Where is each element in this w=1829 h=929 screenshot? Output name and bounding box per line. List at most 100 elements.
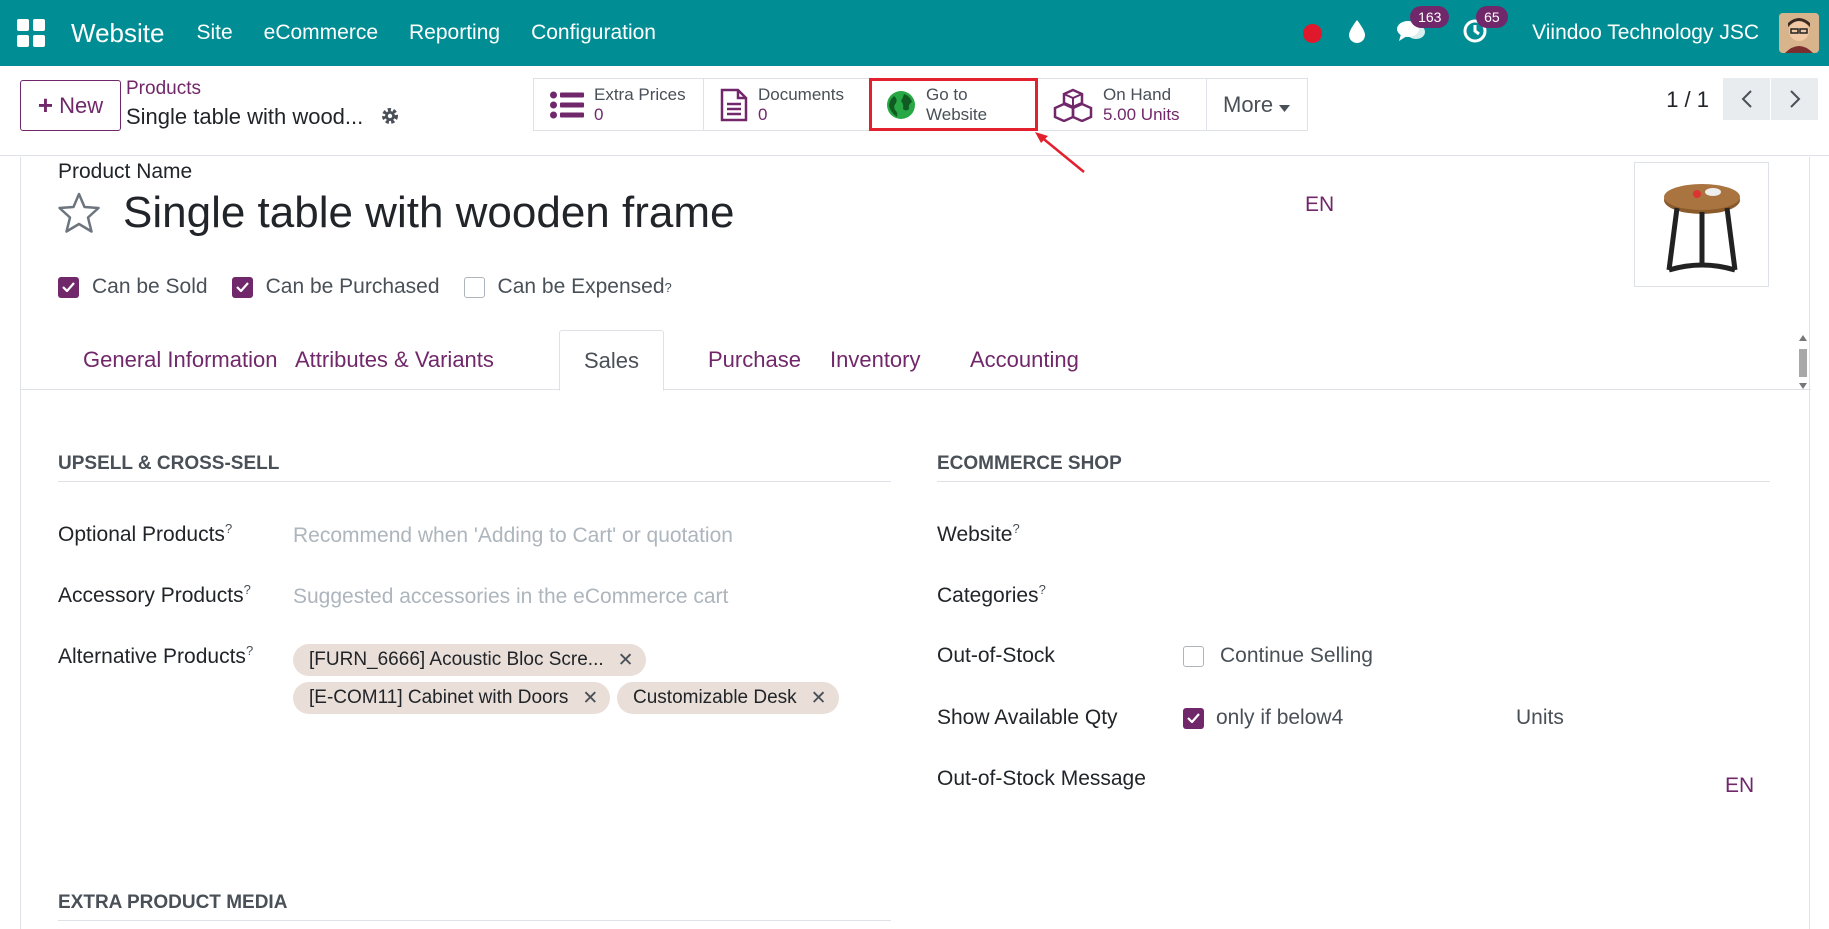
- upsell-section-title: UPSELL & CROSS-SELL: [58, 453, 891, 482]
- product-type-checkboxes: Can be Sold Can be Purchased Can be Expe…: [58, 275, 696, 299]
- on-hand-button[interactable]: On Hand 5.00 Units: [1037, 79, 1207, 130]
- remove-tag-icon[interactable]: ✕: [582, 687, 598, 710]
- help-tooltip-icon[interactable]: ?: [1039, 582, 1046, 597]
- scroll-up-icon: [1799, 335, 1807, 341]
- can-be-sold-label: Can be Sold: [92, 275, 208, 298]
- help-tooltip-icon[interactable]: ?: [225, 521, 232, 536]
- smart-buttons: Extra Prices 0 Documents 0 Go to Website On…: [533, 78, 1308, 131]
- activities-badge: 65: [1476, 5, 1508, 28]
- checkmark-icon: [231, 276, 253, 298]
- oos-message-language-button[interactable]: EN: [1725, 774, 1754, 798]
- document-icon: [720, 88, 748, 122]
- out-of-stock-message-label: Out-of-Stock Message: [937, 767, 1146, 790]
- menu-ecommerce[interactable]: eCommerce: [264, 21, 378, 45]
- continue-selling-checkbox[interactable]: Continue Selling: [1183, 644, 1373, 668]
- remove-tag-icon[interactable]: ✕: [618, 649, 634, 672]
- user-avatar[interactable]: [1779, 13, 1819, 53]
- units-label: Units: [1516, 706, 1564, 729]
- chevron-right-icon: [1789, 90, 1800, 108]
- can-be-purchased-checkbox[interactable]: Can be Purchased: [231, 275, 440, 299]
- go-to-website-button[interactable]: Go to Website: [869, 78, 1038, 131]
- cubes-icon: [1053, 88, 1093, 122]
- gear-icon[interactable]: [380, 106, 400, 131]
- menu-reporting[interactable]: Reporting: [409, 21, 500, 45]
- previous-record-button[interactable]: [1723, 78, 1771, 120]
- pager-value[interactable]: 1 / 1: [1666, 82, 1709, 118]
- help-tooltip-icon[interactable]: ?: [665, 280, 672, 295]
- app-brand[interactable]: Website: [71, 18, 164, 49]
- checkmark-icon: [1183, 707, 1204, 729]
- new-button[interactable]: + New: [20, 80, 121, 131]
- form-sheet: Product Name Single table with wooden fr…: [20, 157, 1811, 929]
- can-be-purchased-label: Can be Purchased: [265, 275, 440, 298]
- chevron-left-icon: [1741, 90, 1752, 108]
- qty-threshold-input[interactable]: 4: [1332, 706, 1344, 730]
- documents-button[interactable]: Documents 0: [704, 79, 870, 130]
- show-available-qty-label: Show Available Qty: [937, 706, 1118, 729]
- navbar-systray: 163 65 Viindoo Technology JSC: [1303, 0, 1829, 66]
- more-label: More: [1223, 91, 1274, 117]
- alternative-product-tag: [FURN_6666] Acoustic Bloc Scre... ✕: [293, 644, 646, 676]
- menu-configuration[interactable]: Configuration: [531, 21, 656, 45]
- recording-dot-icon[interactable]: [1303, 23, 1323, 43]
- apps-menu-icon[interactable]: [16, 18, 46, 48]
- tab-purchase[interactable]: Purchase: [684, 330, 825, 390]
- accessory-products-label: Accessory Products?: [58, 582, 251, 607]
- documents-label: Documents: [758, 84, 844, 104]
- messages-icon[interactable]: 163: [1396, 5, 1450, 49]
- language-button[interactable]: EN: [1305, 193, 1334, 217]
- breadcrumb-products[interactable]: Products: [126, 78, 201, 100]
- scrollbar-thumb[interactable]: [1799, 349, 1807, 377]
- optional-products-label: Optional Products?: [58, 521, 233, 546]
- tab-general-information[interactable]: General Information: [59, 330, 301, 390]
- list-icon: [550, 91, 584, 119]
- scrollbar[interactable]: [1797, 335, 1809, 391]
- tab-sales[interactable]: Sales: [559, 330, 665, 391]
- product-image[interactable]: [1634, 162, 1769, 287]
- ecommerce-section-title: ECOMMERCE SHOP: [937, 453, 1770, 482]
- tab-inventory[interactable]: Inventory: [806, 330, 945, 390]
- caret-down-icon: [1279, 92, 1291, 118]
- extra-prices-button[interactable]: Extra Prices 0: [534, 79, 704, 130]
- company-switcher[interactable]: Viindoo Technology JSC: [1532, 21, 1759, 45]
- can-be-expensed-checkbox[interactable]: Can be Expensed?: [463, 275, 672, 299]
- next-record-button[interactable]: [1771, 78, 1819, 120]
- messages-badge: 163: [1410, 5, 1450, 28]
- new-button-label: New: [59, 92, 104, 118]
- help-tooltip-icon[interactable]: ?: [246, 643, 253, 658]
- documents-value: 0: [758, 104, 768, 124]
- remove-tag-icon[interactable]: ✕: [811, 687, 827, 710]
- go-to-label-2: Website: [926, 104, 988, 124]
- globe-icon: [886, 90, 916, 120]
- pager-buttons: [1723, 78, 1819, 120]
- categories-label: Categories?: [937, 582, 1046, 607]
- extra-prices-value: 0: [594, 104, 604, 124]
- can-be-expensed-label: Can be Expensed: [497, 275, 665, 298]
- website-label: Website?: [937, 521, 1020, 546]
- continue-selling-label: Continue Selling: [1220, 644, 1373, 667]
- activities-icon[interactable]: 65: [1462, 5, 1508, 49]
- can-be-sold-checkbox[interactable]: Can be Sold: [58, 275, 208, 299]
- product-name-field[interactable]: Single table with wooden frame: [123, 188, 734, 238]
- optional-products-input[interactable]: Recommend when 'Adding to Cart' or quota…: [293, 524, 733, 548]
- alternative-products-label: Alternative Products?: [58, 643, 254, 668]
- control-panel: + New Products Single table with wood...…: [0, 66, 1829, 173]
- checkmark-icon: [58, 276, 79, 298]
- help-tooltip-icon[interactable]: ?: [1012, 521, 1019, 536]
- menu-site[interactable]: Site: [196, 21, 232, 45]
- alternative-product-tag: Customizable Desk ✕: [617, 682, 839, 714]
- extra-prices-label: Extra Prices: [594, 84, 686, 104]
- breadcrumb-current: Single table with wood...: [126, 104, 364, 129]
- notebook-tabs: General Information Attributes & Variant…: [21, 330, 1811, 391]
- alternative-product-tag: [E-COM11] Cabinet with Doors ✕: [293, 682, 611, 714]
- show-qty-checkbox[interactable]: only if below 4: [1183, 706, 1343, 730]
- tab-accounting[interactable]: Accounting: [946, 330, 1103, 390]
- product-name-label: Product Name: [58, 160, 193, 183]
- star-icon[interactable]: [57, 192, 101, 239]
- top-navbar: Website Site eCommerce Reporting Configu…: [0, 0, 1829, 66]
- drop-icon[interactable]: [1348, 19, 1366, 48]
- more-button[interactable]: More: [1207, 79, 1307, 130]
- help-tooltip-icon[interactable]: ?: [244, 582, 251, 597]
- accessory-products-input[interactable]: Suggested accessories in the eCommerce c…: [293, 585, 728, 609]
- tab-attributes-variants[interactable]: Attributes & Variants: [271, 330, 518, 390]
